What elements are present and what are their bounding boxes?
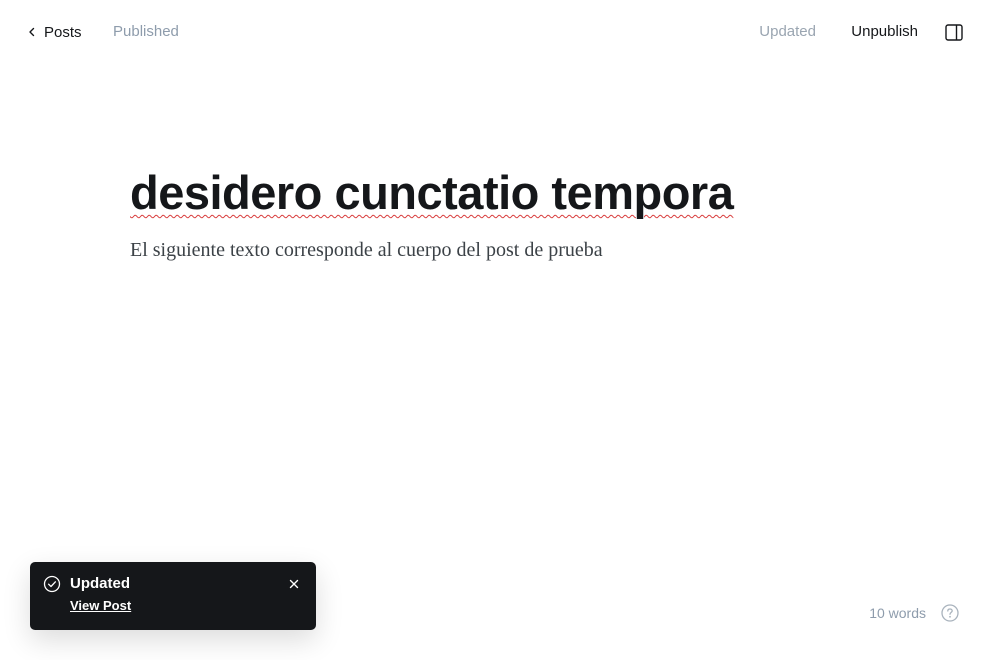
back-to-posts-link[interactable]: Posts	[28, 22, 82, 42]
save-state-label: Updated	[759, 23, 816, 40]
unpublish-button[interactable]: Unpublish	[851, 22, 918, 42]
view-post-link[interactable]: View Post	[70, 598, 131, 614]
sidebar-panel-icon	[945, 24, 963, 41]
check-circle-icon	[43, 575, 61, 593]
close-icon	[287, 577, 301, 591]
back-link-label: Posts	[44, 23, 82, 41]
chevron-left-icon	[28, 27, 36, 37]
sidebar-toggle-button[interactable]	[945, 24, 963, 41]
word-count: 10 words	[869, 605, 926, 621]
help-button[interactable]	[940, 603, 960, 623]
editor-header: Posts Published Updated Unpublish	[0, 0, 1000, 64]
question-circle-icon	[940, 603, 960, 623]
toast-close-button[interactable]	[287, 577, 301, 591]
post-status: Published	[113, 23, 179, 40]
post-body-editor[interactable]: El siguiente texto corresponde al cuerpo…	[130, 234, 850, 266]
post-title-input[interactable]: desidero cunctatio tempora	[130, 160, 850, 226]
post-editor: desidero cunctatio tempora El siguiente …	[130, 160, 850, 266]
toast-title: Updated	[70, 575, 130, 592]
notification-toast: Updated View Post	[30, 562, 316, 630]
